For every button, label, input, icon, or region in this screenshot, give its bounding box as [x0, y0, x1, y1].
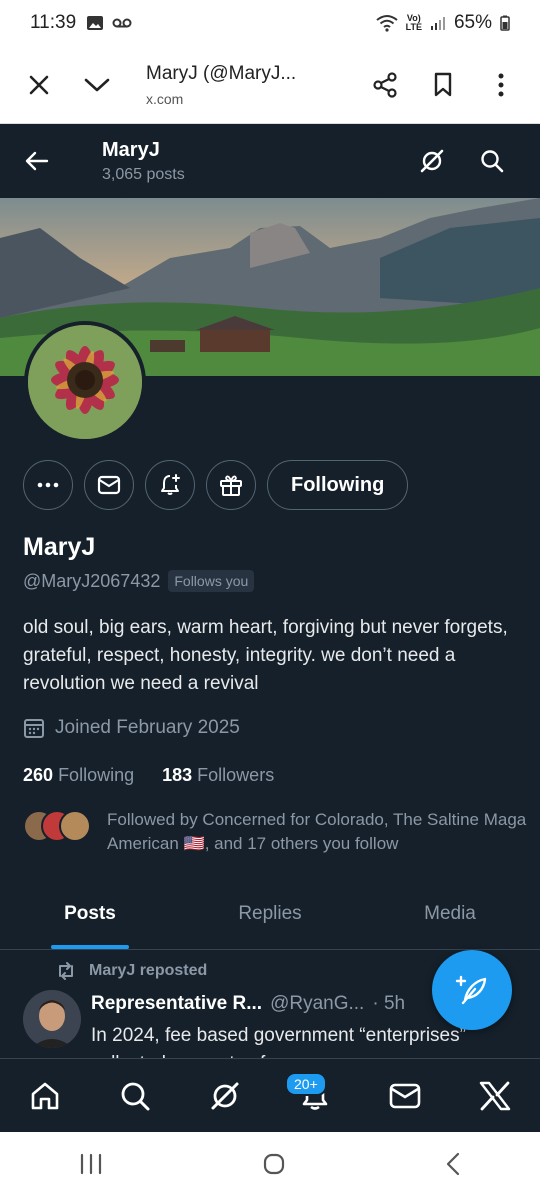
- repost-label: MaryJ reposted: [89, 962, 208, 979]
- post-text[interactable]: In 2024, fee based government “enterpris…: [91, 1022, 511, 1058]
- collapse-button[interactable]: [68, 56, 126, 114]
- compose-post-button[interactable]: [432, 950, 512, 1030]
- bookmark-button[interactable]: [414, 56, 472, 114]
- bottom-navigation: 20+: [0, 1058, 540, 1132]
- battery-level: 65%: [453, 12, 492, 33]
- browser-url: x.com: [146, 90, 184, 107]
- nav-notifications[interactable]: 20+: [285, 1066, 345, 1126]
- nav-grok[interactable]: [195, 1066, 255, 1126]
- followed-by-text: Followed by Concerned for Colorado, The …: [107, 810, 527, 853]
- follow-stats: 260 Following 183 Followers: [23, 765, 274, 786]
- home-circle-icon: [263, 1153, 285, 1174]
- browser-toolbar: MaryJ (@MaryJ... x.com: [0, 46, 540, 124]
- followed-by-avatars: [23, 810, 97, 844]
- grok-button[interactable]: [402, 131, 462, 191]
- calendar-icon: [24, 719, 44, 738]
- search-icon: [121, 1082, 150, 1110]
- share-icon: [373, 71, 397, 98]
- profile-display-name: MaryJ: [23, 533, 96, 561]
- notification-badge: 20+: [285, 1071, 327, 1096]
- repost-icon: [59, 962, 73, 980]
- author-photo: [23, 990, 81, 1048]
- home-icon: [31, 1082, 59, 1109]
- share-button[interactable]: [356, 56, 414, 114]
- battery-icon: [500, 15, 510, 31]
- home-system-button[interactable]: [262, 1152, 286, 1181]
- compose-feather-icon: [455, 975, 487, 1005]
- more-horizontal-icon: [37, 482, 59, 488]
- chevron-down-icon: [84, 78, 110, 91]
- profile-avatar[interactable]: [24, 321, 146, 443]
- back-chevron-icon: [446, 1152, 459, 1175]
- nav-messages[interactable]: [375, 1066, 435, 1126]
- recent-apps-icon: [81, 1153, 102, 1174]
- search-button[interactable]: [462, 131, 522, 191]
- following-stat[interactable]: 260 Following: [23, 765, 134, 786]
- tab-media[interactable]: Media: [360, 878, 540, 949]
- message-button[interactable]: [84, 460, 134, 510]
- status-bar: 11:39 Vo) LTE 65%: [0, 0, 540, 46]
- sunflower-avatar-image: [28, 325, 142, 439]
- post-author-avatar[interactable]: [23, 990, 81, 1048]
- voicemail-icon: [112, 18, 132, 28]
- joined-date: Joined February 2025: [23, 717, 240, 739]
- nav-home[interactable]: [15, 1066, 75, 1126]
- profile-bio: old soul, big ears, warm heart, forgivin…: [23, 617, 508, 694]
- nav-search[interactable]: [105, 1066, 165, 1126]
- system-navigation-bar: [0, 1132, 540, 1200]
- follower-avatar: [59, 810, 91, 842]
- header-profile-name: MaryJ: [102, 138, 160, 161]
- gift-button[interactable]: [206, 460, 256, 510]
- followers-stat[interactable]: 183 Followers: [162, 765, 274, 786]
- following-button[interactable]: Following: [267, 460, 409, 510]
- mail-icon: [97, 475, 121, 495]
- nav-x-premium[interactable]: [465, 1066, 525, 1126]
- tab-posts[interactable]: Posts: [0, 878, 180, 949]
- gallery-icon: [87, 16, 104, 30]
- close-icon: [29, 75, 49, 94]
- mail-icon: [389, 1083, 421, 1108]
- followed-by-section[interactable]: Followed by Concerned for Colorado, The …: [23, 808, 527, 856]
- signal-icon: [430, 17, 445, 30]
- grok-icon: [211, 1082, 239, 1109]
- post-author-handle: @RyanG...: [270, 993, 365, 1014]
- back-system-button[interactable]: [445, 1152, 461, 1181]
- bell-plus-icon: [161, 474, 180, 495]
- volte-icon: Vo) LTE: [405, 13, 422, 32]
- more-menu-button[interactable]: [472, 56, 530, 114]
- browser-page-title: MaryJ (@MaryJ...: [146, 62, 297, 84]
- status-time: 11:39: [30, 12, 77, 33]
- post-header: Representative R... @RyanG... · 5h: [91, 993, 405, 1015]
- notify-button[interactable]: [145, 460, 195, 510]
- header-post-count: 3,065 posts: [102, 165, 185, 183]
- more-vertical-icon: [498, 73, 504, 96]
- bookmark-icon: [434, 72, 452, 96]
- profile-header-bar: MaryJ 3,065 posts: [0, 124, 540, 198]
- wifi-icon: [376, 15, 398, 32]
- browser-title-area[interactable]: MaryJ (@MaryJ... x.com: [146, 63, 356, 107]
- close-button[interactable]: [10, 56, 68, 114]
- recent-apps-button[interactable]: [79, 1153, 103, 1180]
- profile-tabs: Posts Replies Media: [0, 878, 540, 950]
- tab-replies[interactable]: Replies: [180, 878, 360, 949]
- arrow-left-icon: [25, 151, 49, 171]
- search-icon: [481, 150, 504, 173]
- post-author-name[interactable]: Representative R...: [91, 993, 262, 1015]
- back-button[interactable]: [0, 124, 74, 198]
- profile-handle: @MaryJ2067432: [23, 570, 161, 591]
- post-time: · 5h: [372, 993, 406, 1014]
- x-logo-icon: [479, 1081, 511, 1110]
- repost-indicator: MaryJ reposted: [55, 962, 207, 980]
- gift-icon: [220, 475, 242, 496]
- more-options-button[interactable]: [23, 460, 73, 510]
- joined-text: Joined February 2025: [55, 717, 240, 738]
- grok-icon: [420, 149, 444, 173]
- follows-you-badge: Follows you: [168, 570, 255, 592]
- profile-actions: Following: [23, 460, 409, 510]
